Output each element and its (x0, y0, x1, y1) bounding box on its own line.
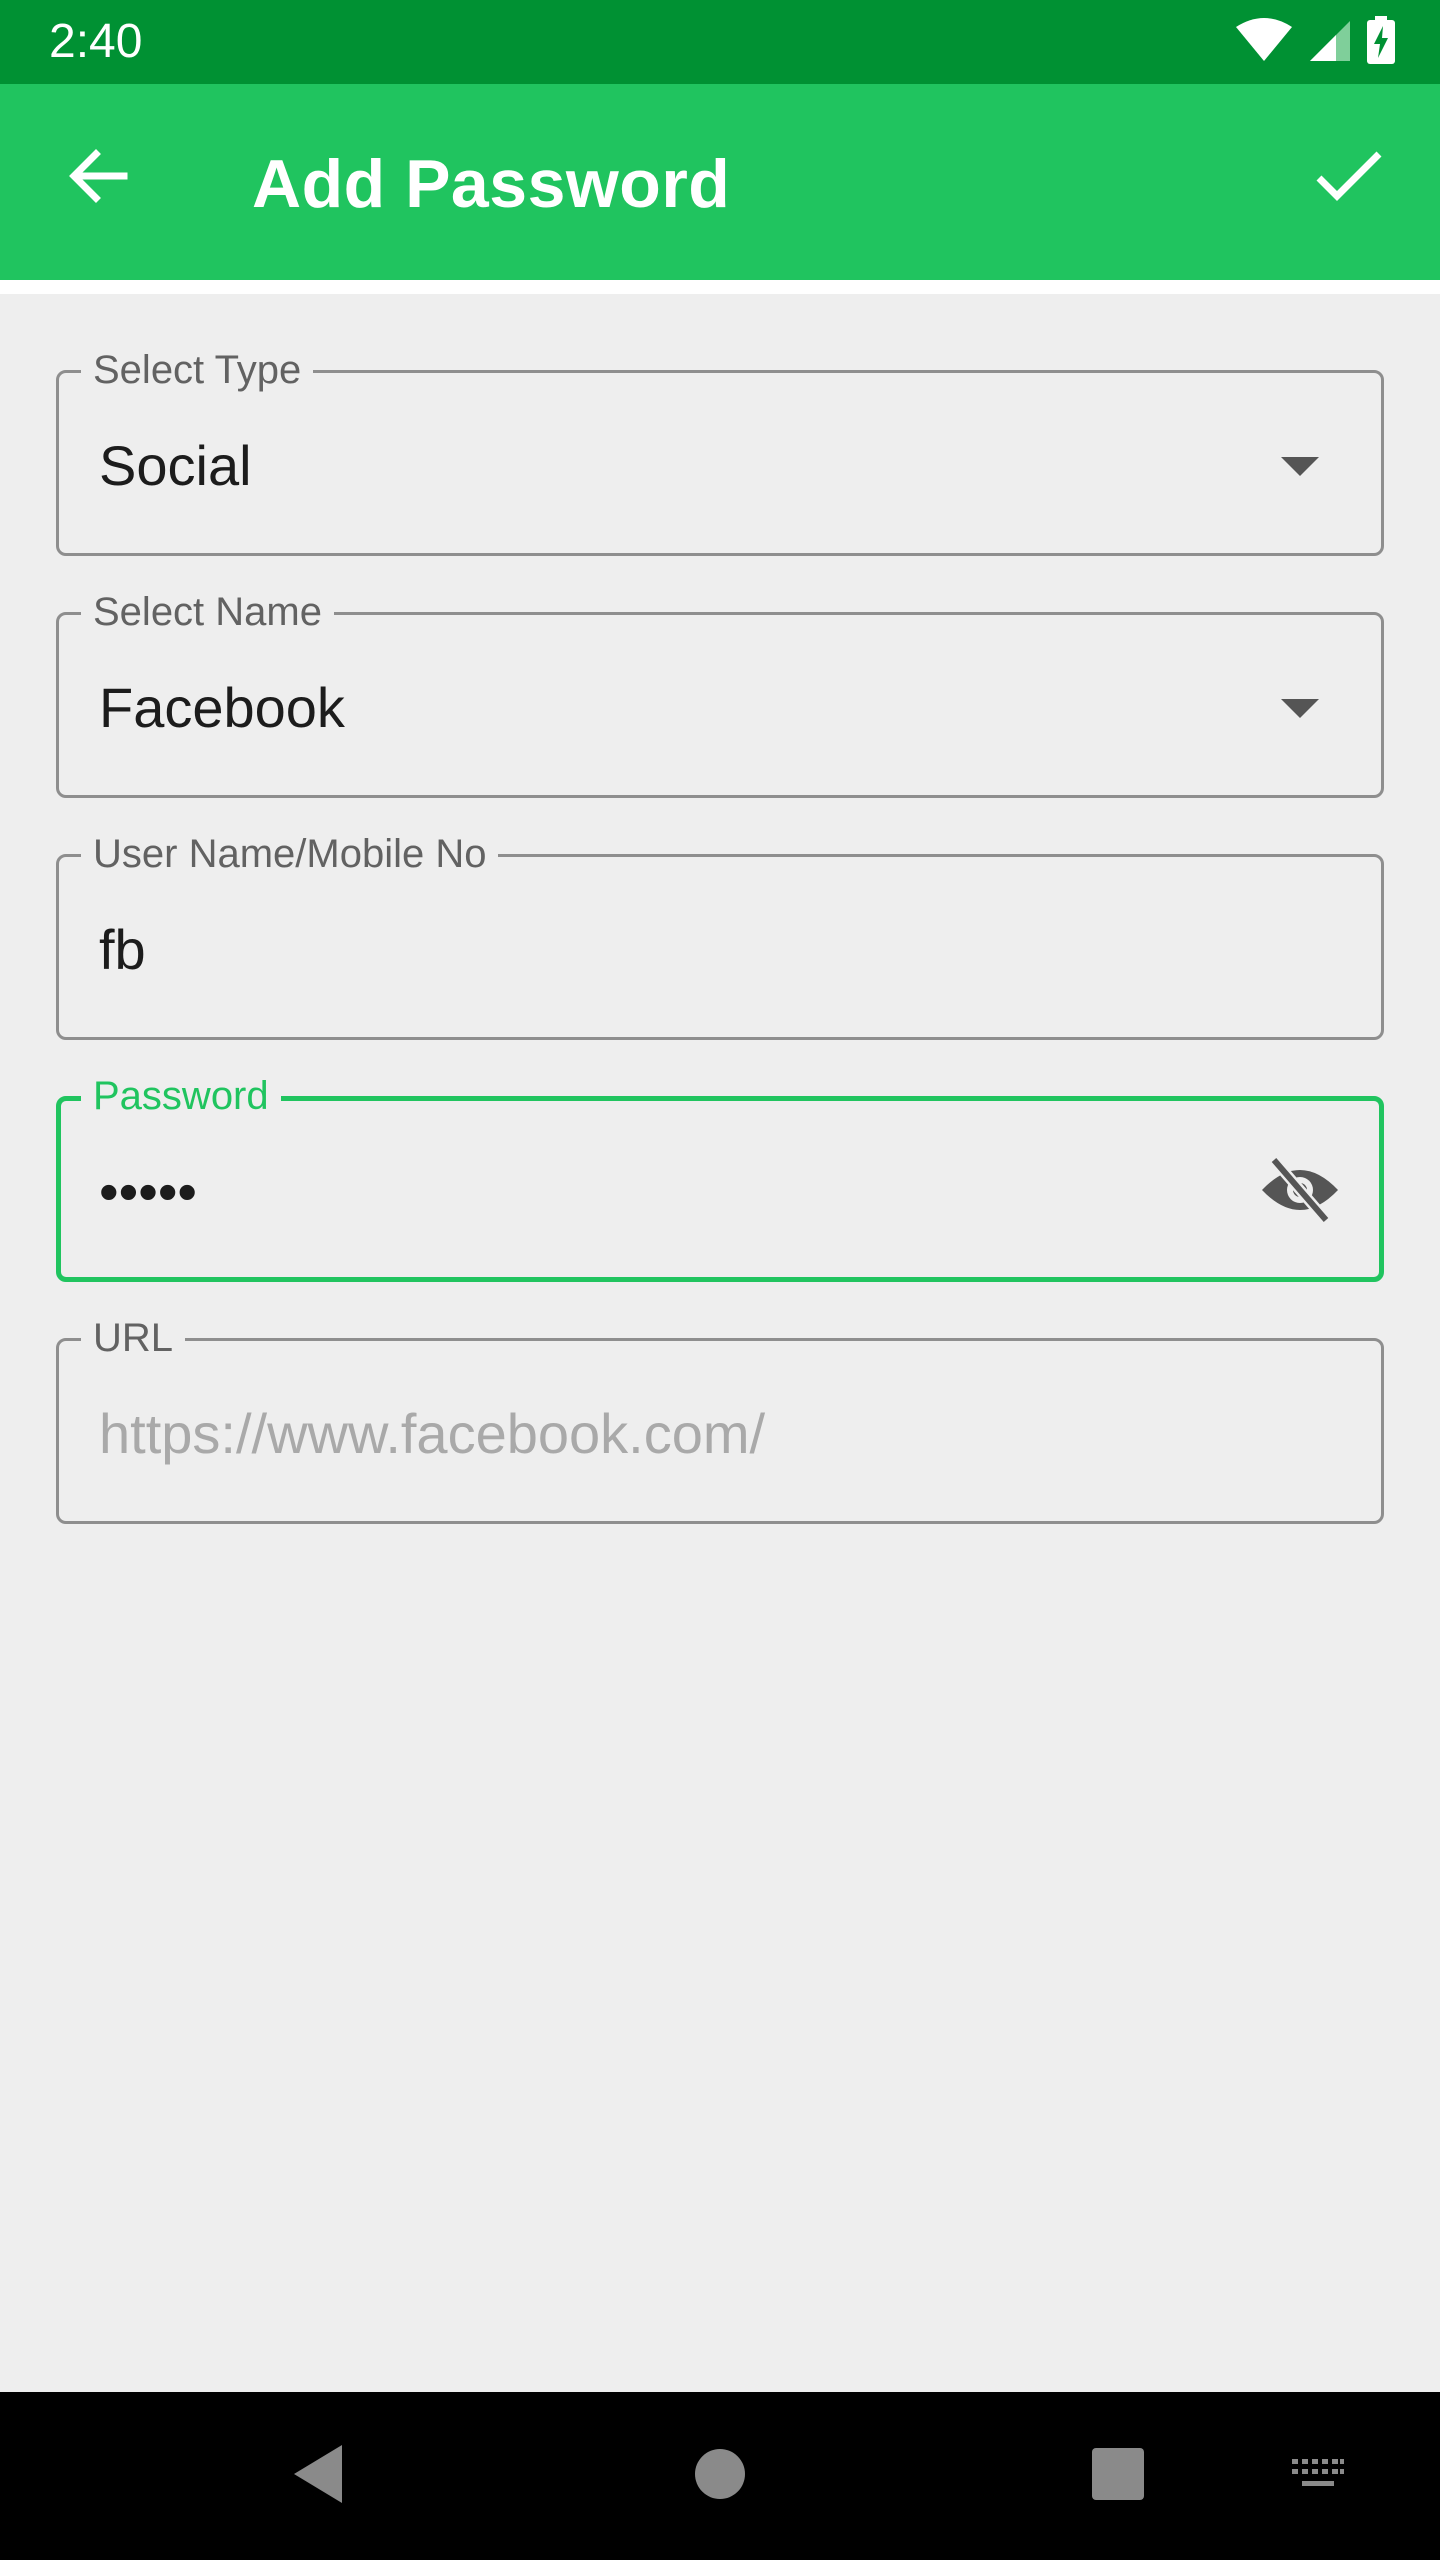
url-placeholder: https://www.facebook.com/ (99, 1402, 766, 1465)
nav-back-button[interactable] (268, 2426, 368, 2526)
username-value: fb (99, 918, 146, 981)
dropdown-arrow-icon[interactable] (1281, 457, 1319, 476)
nav-recents-button[interactable] (1068, 2426, 1168, 2526)
keyboard-switch-button[interactable] (1268, 2426, 1368, 2526)
check-icon (1315, 148, 1383, 209)
password-value: ••••• (99, 1160, 198, 1223)
username-label: User Name/Mobile No (81, 829, 499, 879)
app-bar-divider (0, 280, 1440, 294)
nav-home-icon (694, 2448, 746, 2505)
page-title: Add Password (252, 146, 731, 222)
nav-recents-icon (1091, 2447, 1145, 2506)
select-type-dropdown[interactable]: Select Type Social (56, 345, 1384, 556)
status-bar: 2:40 (0, 0, 1440, 84)
save-button[interactable] (1294, 128, 1404, 228)
select-name-label: Select Name (81, 587, 334, 637)
battery-charging-icon (1366, 15, 1396, 69)
keyboard-icon (1290, 2457, 1346, 2496)
status-icons (1234, 14, 1396, 70)
app-bar: Add Password (0, 84, 1440, 280)
arrow-back-icon (66, 144, 130, 213)
wifi-icon (1234, 17, 1294, 68)
nav-home-button[interactable] (670, 2426, 770, 2526)
password-label: Password (81, 1071, 281, 1121)
nav-back-icon (290, 2443, 346, 2510)
username-field[interactable]: User Name/Mobile No fb (56, 829, 1384, 1040)
select-type-value: Social (99, 434, 252, 497)
signal-icon (1308, 17, 1352, 68)
select-type-label: Select Type (81, 345, 314, 395)
url-label: URL (81, 1313, 186, 1363)
password-visibility-toggle[interactable] (1255, 1147, 1345, 1237)
visibility-off-icon (1260, 1155, 1340, 1229)
navigation-bar (0, 2392, 1440, 2560)
select-name-dropdown[interactable]: Select Name Facebook (56, 587, 1384, 798)
status-time: 2:40 (49, 15, 143, 68)
select-name-value: Facebook (99, 676, 345, 739)
back-button[interactable] (48, 128, 148, 228)
dropdown-arrow-icon[interactable] (1281, 699, 1319, 718)
password-field[interactable]: Password ••••• (56, 1071, 1384, 1282)
url-field[interactable]: URL https://www.facebook.com/ (56, 1313, 1384, 1524)
